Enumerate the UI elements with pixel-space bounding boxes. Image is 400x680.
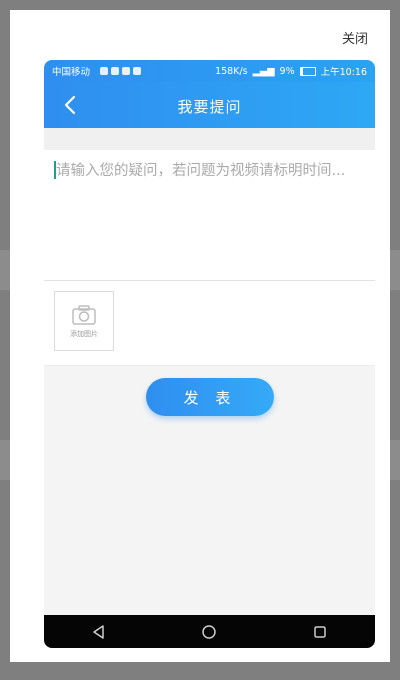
triangle-back-icon (93, 624, 104, 639)
notification-icon (100, 67, 109, 75)
notification-icon (122, 67, 131, 75)
publish-button[interactable]: 发 表 (146, 378, 274, 416)
preview-modal: 关闭 中国移动 158K/s ▂▄▆ 9% 上午10:16 我要提问 请输入您的… (10, 10, 390, 662)
question-box (44, 150, 375, 281)
status-bar: 中国移动 158K/s ▂▄▆ 9% 上午10:16 (44, 60, 375, 82)
close-button[interactable]: 关闭 (342, 28, 368, 47)
signal-icon: ▂▄▆ (252, 65, 275, 77)
notification-icon (133, 67, 142, 75)
carrier-label: 中国移动 (52, 67, 91, 78)
add-photo-button[interactable]: 添加图片 (54, 291, 114, 351)
notification-icons (100, 67, 142, 75)
question-input[interactable] (54, 158, 365, 272)
nav-back-button[interactable] (90, 623, 108, 641)
nav-home-button[interactable] (200, 623, 218, 641)
title-bar: 我要提问 (44, 82, 375, 128)
nav-recents-button[interactable] (311, 623, 329, 641)
add-photo-label: 添加图片 (70, 329, 98, 338)
publish-area: 发 表 (44, 366, 375, 436)
network-speed: 158K/s (215, 65, 248, 77)
battery-percent: 9% (279, 65, 295, 77)
camera-icon (72, 304, 96, 325)
page-title: 我要提问 (177, 98, 242, 116)
clock: 上午10:16 (320, 67, 367, 78)
battery-icon (299, 66, 316, 76)
phone-preview: 中国移动 158K/s ▂▄▆ 9% 上午10:16 我要提问 请输入您的疑问，… (44, 60, 375, 648)
square-recents-icon (314, 625, 326, 638)
section-gap (44, 128, 375, 150)
notification-icon (111, 67, 120, 75)
photo-area: 添加图片 (44, 281, 375, 366)
system-nav-bar (44, 615, 375, 648)
circle-home-icon (202, 624, 217, 639)
